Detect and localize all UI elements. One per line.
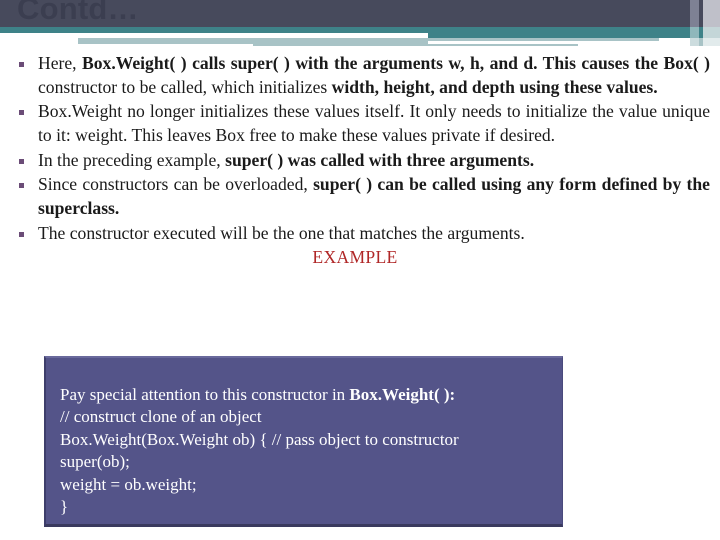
text-run: weight = ob.weight; xyxy=(60,474,197,494)
code-line: // construct clone of an object xyxy=(60,406,548,428)
slide-header-decoration: Contd… xyxy=(0,0,720,52)
header-band-pale-accent-3 xyxy=(703,38,720,46)
slide-title: Contd… xyxy=(17,0,139,26)
text-run: Since constructors can be overloaded, xyxy=(38,174,314,195)
code-callout-lines: Pay special attention to this constructo… xyxy=(46,358,562,519)
text-run: Pay special attention to this constructo… xyxy=(60,385,350,404)
text-run-bold: Box.Weight( ) calls super( ) with the ar… xyxy=(82,53,711,73)
bullet-item: The constructor executed will be the one… xyxy=(0,222,720,246)
header-band-teal-accent-3 xyxy=(703,27,720,38)
code-line: weight = ob.weight; xyxy=(60,474,548,496)
text-run: Here, xyxy=(38,53,83,73)
text-run-bold: width, height, and depth using these val… xyxy=(331,76,658,97)
text-run: The constructor executed will be the one… xyxy=(38,222,525,243)
header-band-navy-accent-1 xyxy=(690,0,699,27)
header-band-teal-accent-1 xyxy=(690,27,699,38)
bullet-list: Here, Box.Weight( ) calls super( ) with … xyxy=(0,52,720,245)
bullet-item: Box.Weight no longer initializes these v… xyxy=(0,100,720,147)
text-run-bold: Box.Weight( ): xyxy=(349,385,456,404)
header-notch-e xyxy=(578,44,690,48)
text-run: In the preceding example, xyxy=(38,149,226,170)
text-run-bold: super( ) was called with three arguments… xyxy=(225,149,535,170)
text-run: Box.Weight(Box.Weight ob) { // pass obje… xyxy=(60,429,459,449)
text-run: constructor to be called, which initiali… xyxy=(38,76,332,97)
header-band-pale-accent-1 xyxy=(690,38,699,46)
bullet-item: Since constructors can be overloaded, su… xyxy=(0,173,720,220)
text-run: } xyxy=(60,497,69,517)
bullet-item: In the preceding example, super( ) was c… xyxy=(0,149,720,173)
text-run: // construct clone of an object xyxy=(60,407,262,427)
header-notch-d xyxy=(0,44,253,48)
text-run: super(ob); xyxy=(60,452,130,472)
code-line: Box.Weight(Box.Weight ob) { // pass obje… xyxy=(60,429,548,451)
code-line: Pay special attention to this constructo… xyxy=(60,384,548,406)
header-band-navy-accent-3 xyxy=(703,0,720,27)
code-callout-box: Pay special attention to this constructo… xyxy=(44,356,563,527)
code-line: } xyxy=(60,496,548,518)
bullet-item: Here, Box.Weight( ) calls super( ) with … xyxy=(0,52,720,99)
slide-body: Here, Box.Weight( ) calls super( ) with … xyxy=(0,52,720,268)
code-line: super(ob); xyxy=(60,451,548,473)
example-heading: EXAMPLE xyxy=(312,247,398,268)
text-run: Box.Weight no longer initializes these v… xyxy=(38,101,710,145)
header-notch-f xyxy=(659,38,690,41)
